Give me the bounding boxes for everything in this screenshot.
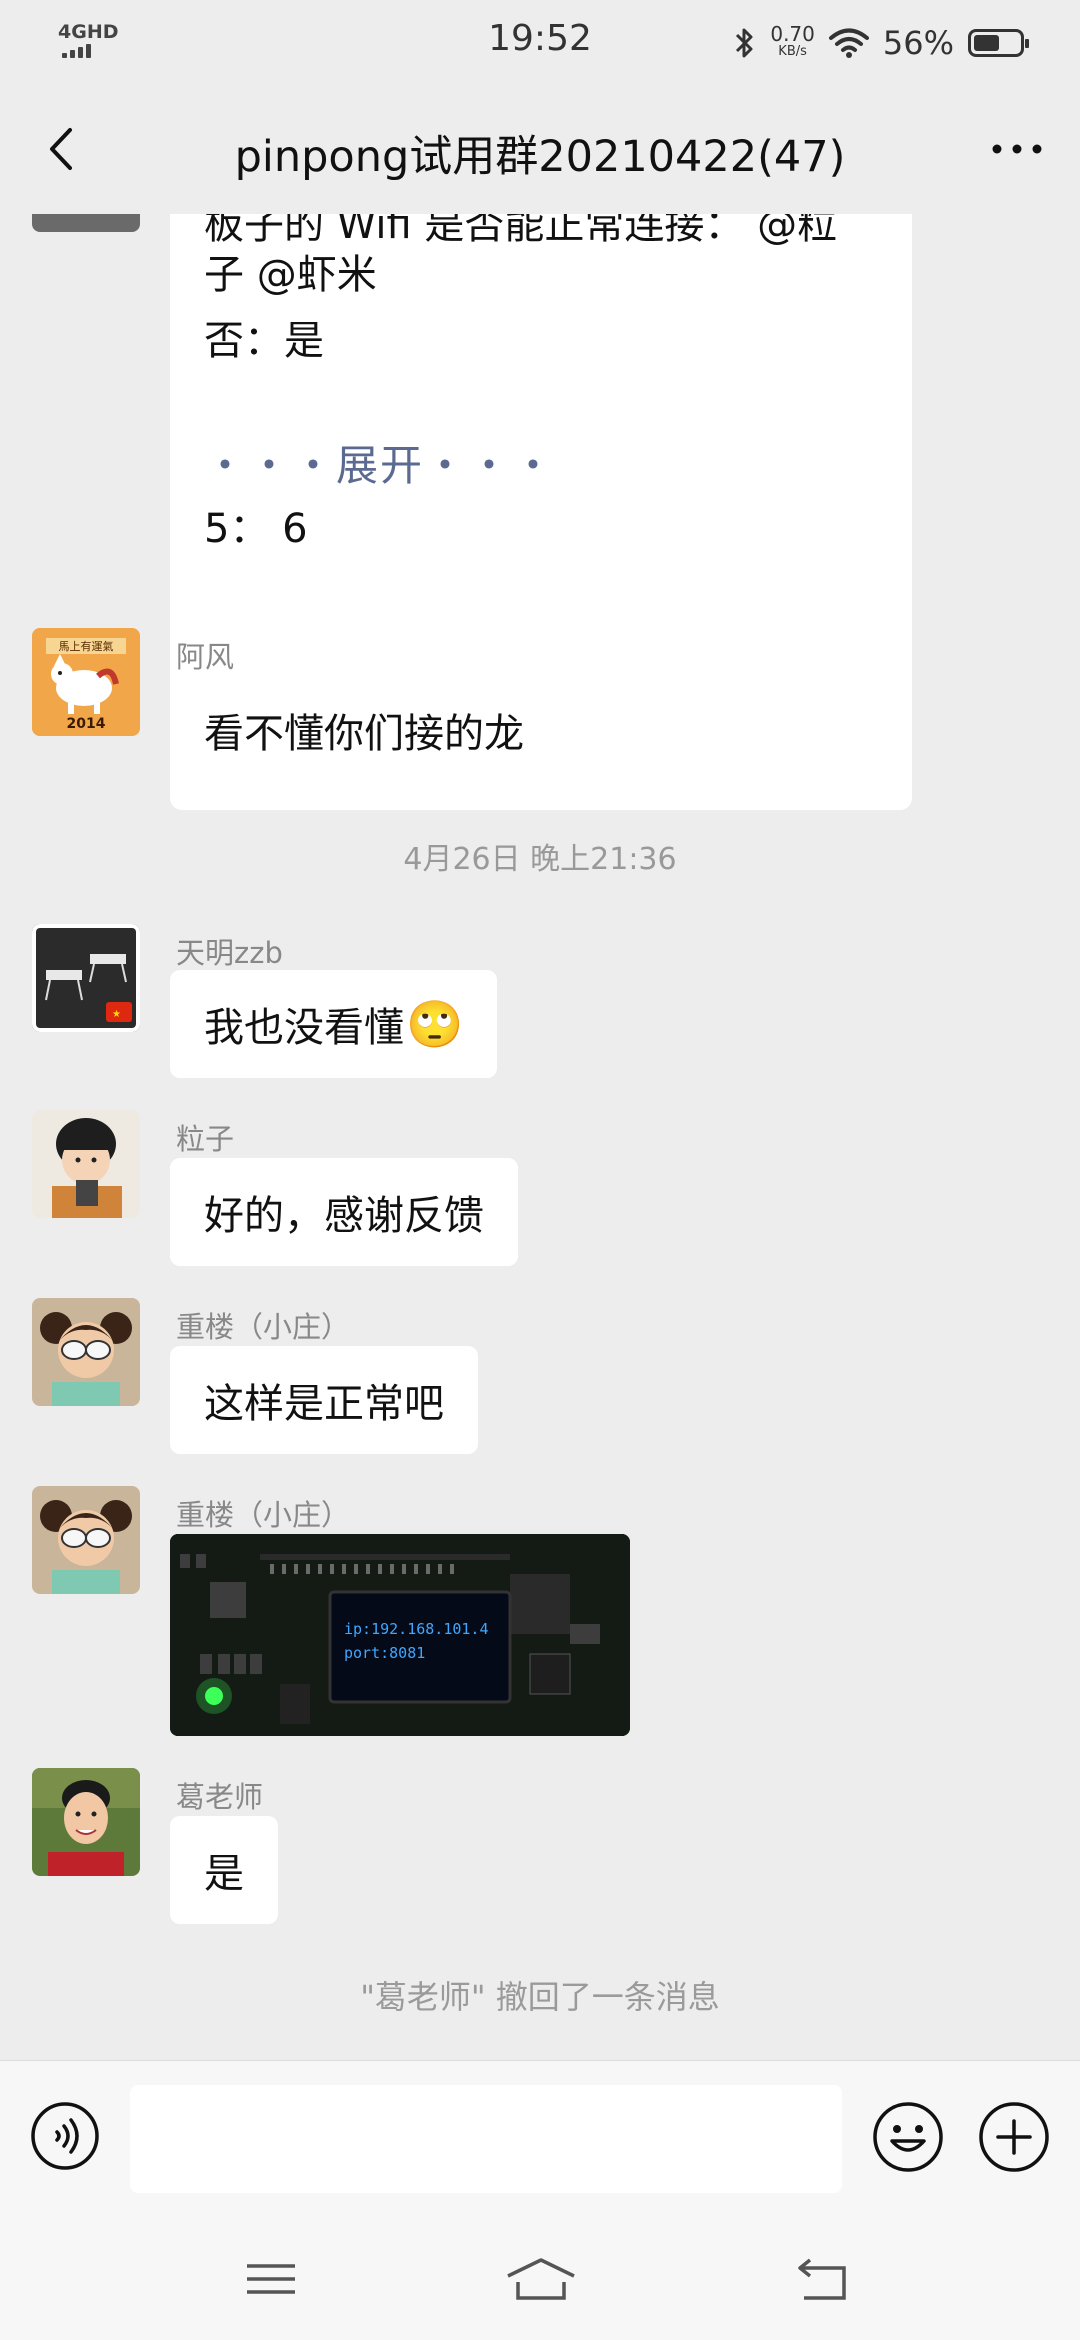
system-navigation-bar — [0, 2216, 1080, 2340]
message-text: 我也没看懂 — [204, 1005, 404, 1051]
avatar-chonglou[interactable] — [32, 1486, 140, 1594]
avatar-image: 馬上有運氣 2014 — [32, 628, 140, 736]
message-text: 5： 6 — [204, 506, 308, 552]
message-bubble[interactable]: 我也没看懂 🙄 — [170, 970, 498, 1078]
sender-name: 重楼（小庄） — [176, 1498, 351, 1532]
status-right: 0.70 KB/s 56% — [734, 18, 1029, 68]
sender-name: 阿风 — [176, 640, 235, 674]
message-text: 看不懂你们接的龙 — [204, 711, 524, 757]
battery-percent: 56% — [882, 24, 954, 62]
timestamp: 4月26日 晚上21:36 — [403, 842, 677, 877]
message-text: 好的，感谢反馈 — [204, 1193, 484, 1239]
chat-header: pinpong试用群20210422(47) — [0, 86, 1080, 214]
expand-link[interactable]: ・・・展开・・・ — [204, 432, 556, 493]
bluetooth-icon — [736, 28, 753, 58]
home-icon[interactable] — [504, 2254, 578, 2304]
svg-text:馬上有運氣: 馬上有運氣 — [59, 639, 114, 653]
message-text: 否：是 — [204, 318, 324, 364]
avatar-afeng[interactable]: 馬上有運氣 2014 — [32, 628, 140, 736]
chat-title: pinpong试用群20210422(47) — [234, 132, 846, 182]
avatar-image: ★ — [32, 924, 140, 1032]
eye-roll-emoji: 🙄 — [406, 996, 464, 1051]
network-speed: 0.70 KB/s — [770, 22, 815, 59]
back-icon[interactable] — [794, 2254, 854, 2304]
message-bubble[interactable]: 是 — [170, 1816, 278, 1924]
avatar-lizi[interactable] — [32, 1110, 140, 1218]
avatar-chonglou[interactable] — [32, 1298, 140, 1406]
avatar-tianming[interactable]: ★ — [32, 924, 140, 1032]
svg-text:ip:192.168.101.4: ip:192.168.101.4 — [344, 1620, 489, 1638]
svg-text:port:8081: port:8081 — [344, 1644, 425, 1662]
sender-name: 葛老师 — [176, 1780, 264, 1814]
message-bubble[interactable]: 这样是正常吧 — [170, 1346, 478, 1454]
image-message[interactable]: ip:192.168.101.4 port:8081 — [170, 1534, 630, 1736]
message-input[interactable] — [130, 2085, 842, 2193]
message-bubble[interactable]: 好的，感谢反馈 — [170, 1158, 518, 1266]
emoji-icon[interactable] — [872, 2101, 944, 2173]
avatar-ge[interactable] — [32, 1768, 140, 1876]
svg-text:★: ★ — [112, 1009, 121, 1020]
plus-circle-icon[interactable] — [978, 2101, 1050, 2173]
status-bar: 4GHD 19:52 0.70 KB/s 56% — [0, 0, 1080, 86]
sender-name: 重楼（小庄） — [176, 1310, 351, 1344]
message-text: 是 — [204, 1851, 244, 1897]
wifi-icon — [828, 28, 869, 58]
more-horizontal-icon[interactable] — [984, 116, 1050, 182]
message-text: 子 @虾米 — [204, 252, 377, 298]
svg-text:2014: 2014 — [67, 716, 106, 732]
input-bar — [0, 2060, 1080, 2217]
menu-icon[interactable] — [241, 2254, 301, 2304]
avatar-image — [32, 1110, 140, 1218]
recall-notice: "葛老师" 撤回了一条消息 — [360, 1978, 720, 2016]
battery-icon — [968, 29, 1029, 57]
avatar-image — [32, 1768, 140, 1876]
message-bubble[interactable]: 看不懂你们接的龙 — [170, 676, 558, 784]
sender-name: 粒子 — [176, 1122, 235, 1156]
voice-icon[interactable] — [30, 2101, 100, 2171]
board-photo: ip:192.168.101.4 port:8081 — [170, 1534, 630, 1736]
avatar-image — [32, 1298, 140, 1406]
message-text: 这样是正常吧 — [204, 1381, 444, 1427]
sender-name: 天明zzb — [176, 936, 283, 970]
message-list[interactable]: 板子的 Wifi 是否能正常连接： @粒 子 @虾米 否：是 ・・・展开・・・ … — [0, 214, 1080, 2060]
avatar-image — [32, 1486, 140, 1594]
avatar[interactable] — [32, 214, 140, 232]
chevron-left-icon[interactable] — [30, 116, 96, 182]
